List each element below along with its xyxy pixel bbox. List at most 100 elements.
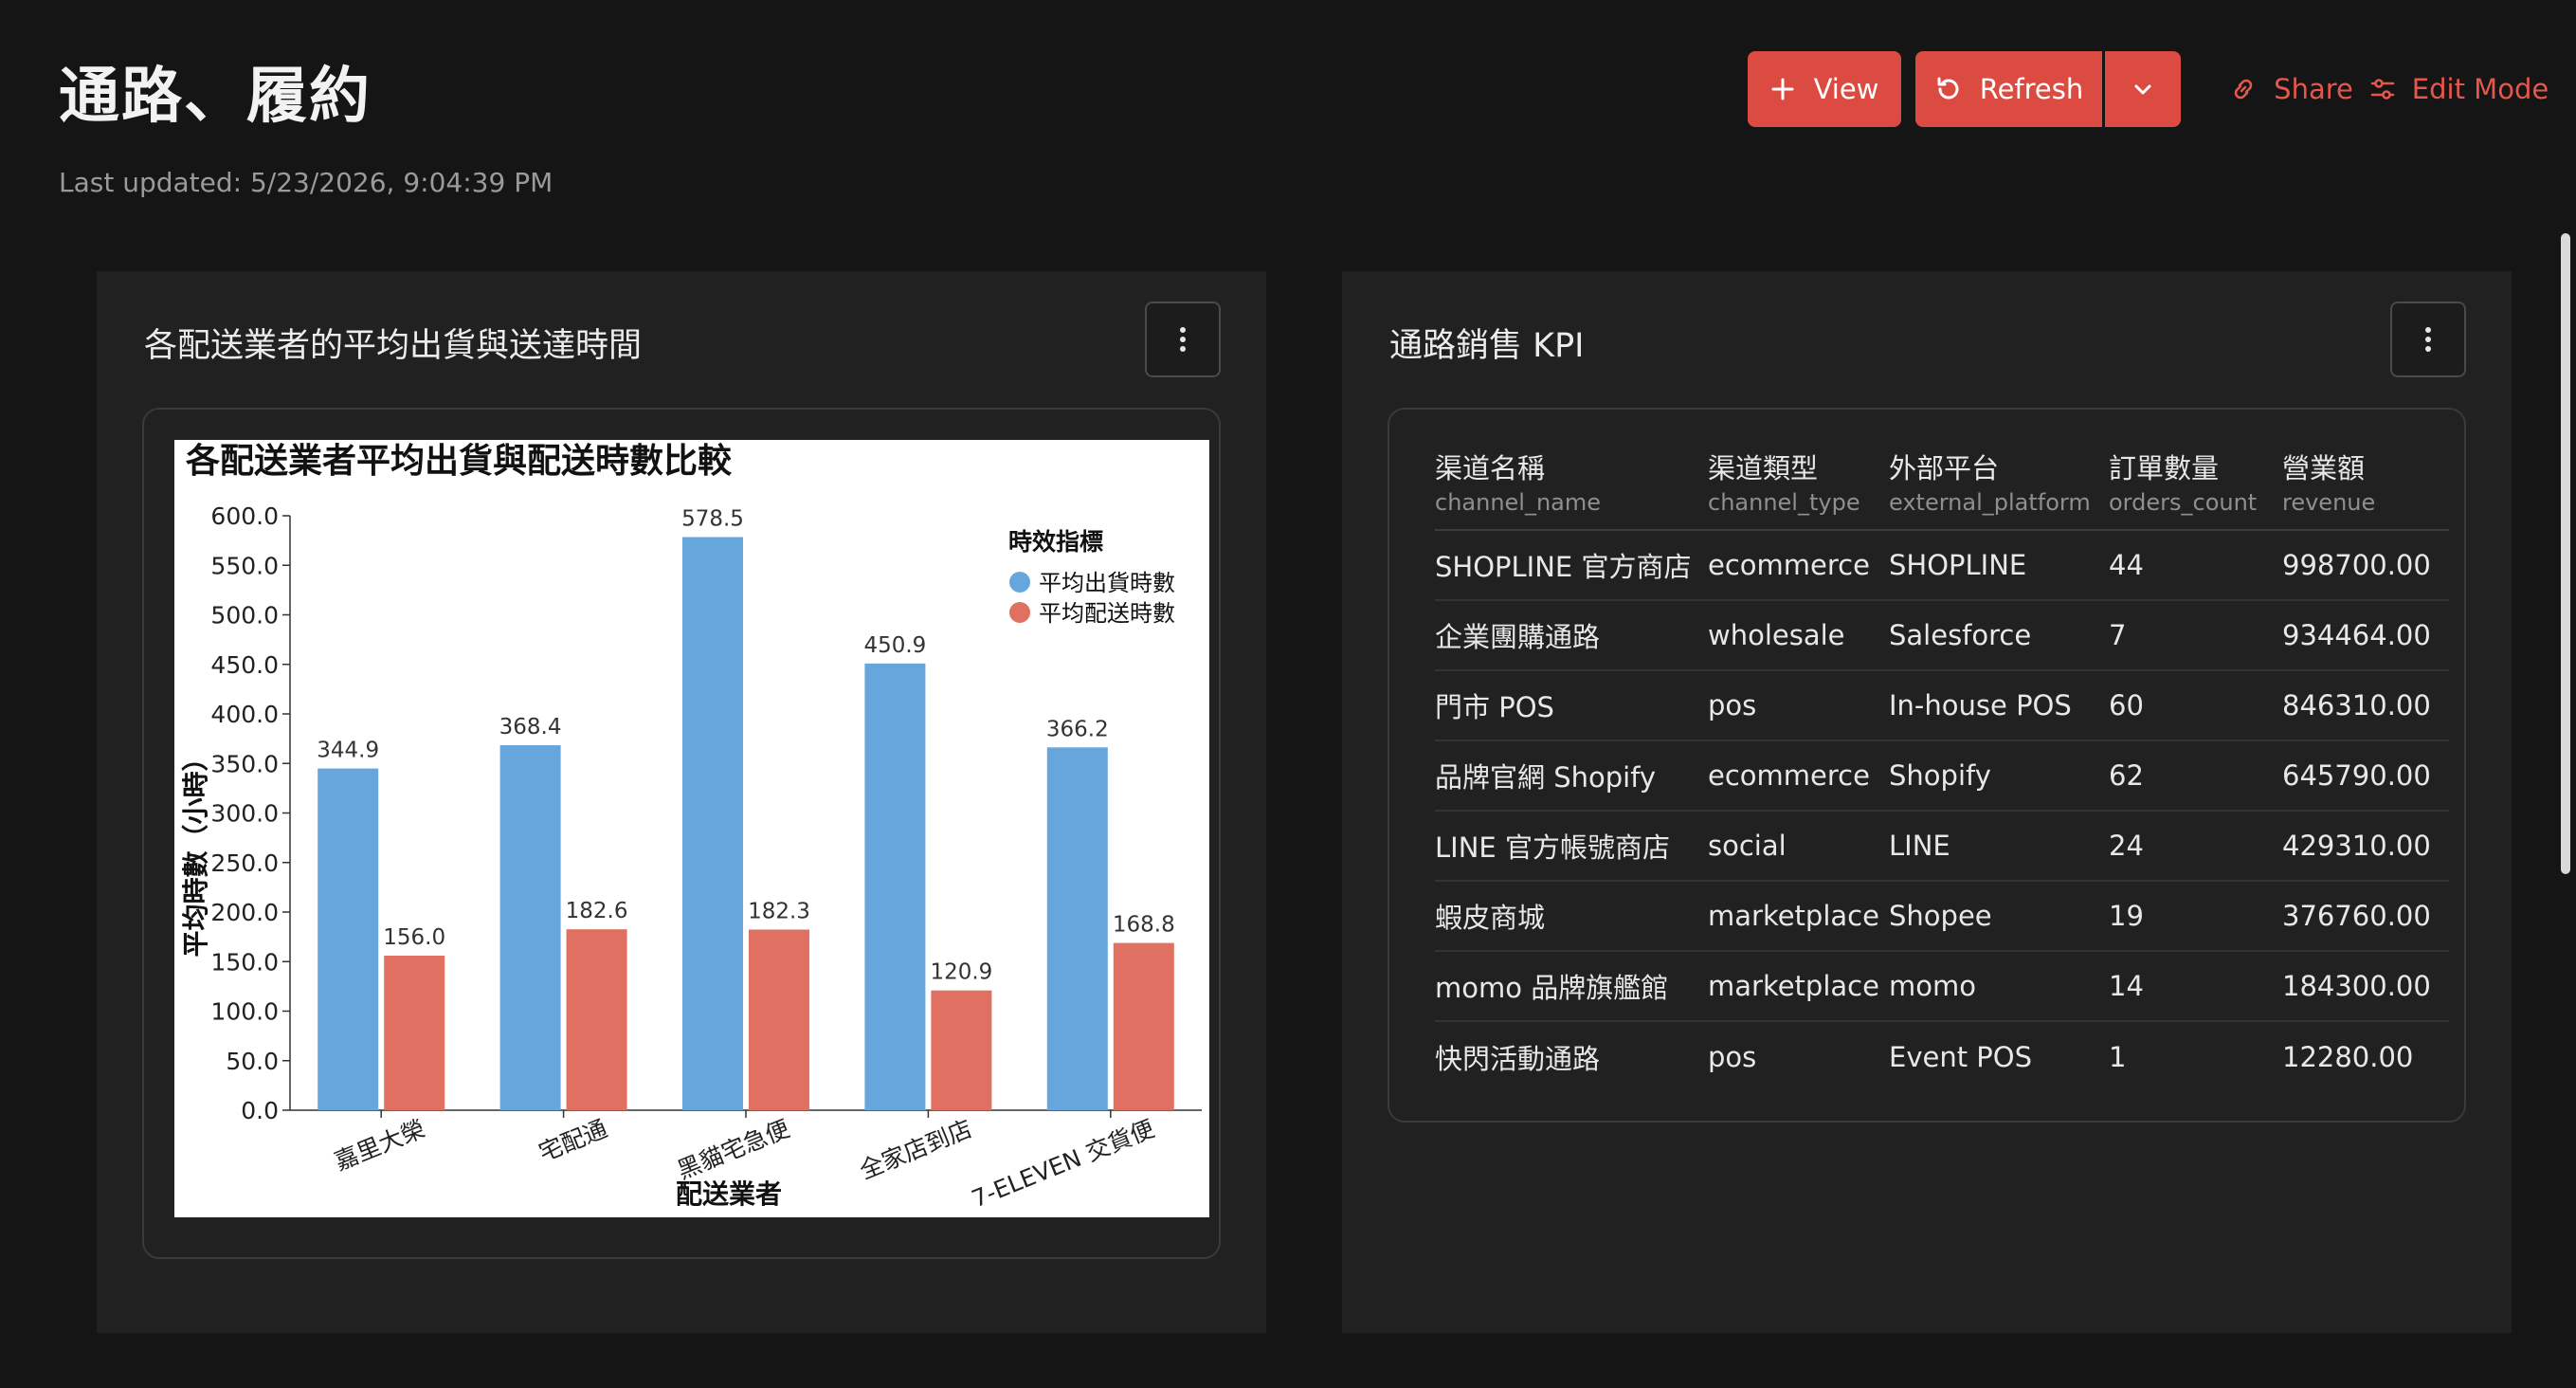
refresh-options-button[interactable] (2105, 51, 2181, 127)
data-label: 578.5 (681, 506, 744, 531)
table-cell-channel_name: momo 品牌旗艦館 (1435, 951, 1708, 1022)
table-cell-orders_count: 14 (2109, 951, 2282, 1022)
bar-delivery (1113, 942, 1174, 1110)
column-header[interactable]: 渠道類型 channel_type (1708, 449, 1889, 531)
table-cell-revenue: 846310.00 (2282, 670, 2449, 741)
chart-container: 各配送業者平均出貨與配送時數比較 0.0 50.0 100.0 150.0 200.0 25… (142, 408, 1221, 1259)
view-button-label: View (1813, 73, 1879, 105)
table-row[interactable]: 蝦皮商城 marketplace Shopee 19 376760.00 (1435, 881, 2449, 952)
table-cell-channel_name: 企業團購通路 (1435, 600, 1708, 671)
table-cell-orders_count: 44 (2109, 530, 2282, 601)
share-button[interactable]: Share (2201, 51, 2381, 127)
data-label: 366.2 (1046, 717, 1109, 741)
bar-delivery (384, 955, 445, 1110)
table-cell-orders_count: 19 (2109, 881, 2282, 952)
legend-label: 平均出貨時數 (1039, 570, 1175, 596)
table-cell-channel_name: LINE 官方帳號商店 (1435, 811, 1708, 882)
bar-shipping (864, 663, 926, 1110)
refresh-button-label: Refresh (1979, 73, 2084, 105)
y-axis-label: 平均時數（小時） (180, 744, 211, 957)
x-tick-label: 7-ELEVEN 交貨便 (968, 1115, 1158, 1214)
y-tick-label: 250.0 (210, 849, 279, 877)
data-label: 182.3 (748, 899, 810, 923)
table-cell-orders_count: 7 (2109, 600, 2282, 671)
bar-shipping (1046, 747, 1108, 1110)
legend-swatch (1009, 602, 1030, 623)
sliders-icon (2368, 75, 2397, 103)
more-vertical-icon (2424, 326, 2432, 353)
table-row[interactable]: LINE 官方帳號商店 social LINE 24 429310.00 (1435, 811, 2449, 882)
legend-title: 時效指標 (1008, 528, 1103, 556)
view-button[interactable]: View (1748, 51, 1901, 127)
table-cell-orders_count: 1 (2109, 1040, 2127, 1073)
table-cell-channel_type: wholesale (1708, 600, 1889, 671)
y-tick-label: 200.0 (210, 899, 279, 926)
chart-canvas: 各配送業者平均出貨與配送時數比較 0.0 50.0 100.0 150.0 200.0 25… (174, 440, 1209, 1217)
kpi-card-title: 通路銷售 KPI (1389, 327, 1585, 365)
table-cell-external_platform: SHOPLINE (1889, 530, 2109, 601)
plus-icon (1770, 77, 1795, 101)
table-cell-external_platform: LINE (1889, 811, 2109, 882)
table-row[interactable]: 門市 POS pos In-house POS 60 846310.00 (1435, 670, 2449, 741)
table-row[interactable]: momo 品牌旗艦館 marketplace momo 14 184300.00 (1435, 951, 2449, 1022)
data-label: 120.9 (930, 960, 992, 985)
table-cell-revenue: 645790.00 (2282, 740, 2449, 812)
refresh-icon (1934, 75, 1963, 103)
column-header[interactable]: 訂單數量 orders_count (2109, 449, 2282, 531)
y-tick-label: 550.0 (210, 552, 279, 579)
kpi-card-menu-button[interactable] (2390, 301, 2466, 377)
table-cell-external_platform: Shopify (1889, 740, 2109, 812)
table-cell-channel_name: 門市 POS (1435, 670, 1708, 741)
x-tick-label: 嘉里大榮 (331, 1115, 429, 1176)
bar-delivery (931, 990, 992, 1110)
x-tick-label: 宅配通 (535, 1115, 610, 1167)
chart-card-title: 各配送業者的平均出貨與送達時間 (144, 327, 643, 365)
data-label: 182.6 (566, 899, 628, 923)
y-tick-label: 150.0 (210, 948, 279, 976)
table-cell-external_platform: Salesforce (1889, 600, 2109, 671)
table-cell-orders_count: 62 (2109, 740, 2282, 812)
link-icon (2228, 74, 2259, 104)
share-button-label: Share (2274, 73, 2353, 105)
y-tick-label: 100.0 (210, 998, 279, 1026)
table-cell-channel_name: 品牌官網 Shopify (1435, 740, 1708, 812)
y-tick-label: 350.0 (210, 750, 279, 777)
table-cell-external_platform: momo (1889, 951, 2109, 1022)
y-tick-label: 450.0 (210, 651, 279, 679)
data-label: 450.9 (863, 633, 926, 658)
bar-shipping (682, 537, 743, 1110)
table-cell-orders_count: 60 (2109, 670, 2282, 741)
chevron-down-icon (2131, 77, 2155, 101)
table-row[interactable]: SHOPLINE 官方商店 ecommerce SHOPLINE 44 998700.0… (1435, 530, 2449, 601)
y-tick-label: 400.0 (210, 701, 279, 728)
chart-card: 各配送業者的平均出貨與送達時間 各配送業者平均出貨與配送時數比較 0.0 50.0 1… (97, 271, 1266, 1333)
page-scrollbar[interactable] (2561, 233, 2570, 874)
legend-swatch (1009, 572, 1030, 593)
table-row[interactable]: 快閃活動通路 pos Event POS 1 12280.00 (1435, 1021, 2449, 1091)
column-header[interactable]: 營業額 revenue (2282, 449, 2449, 531)
data-label: 344.9 (317, 739, 379, 763)
chart-card-menu-button[interactable] (1145, 301, 1221, 377)
bar-delivery (566, 929, 627, 1110)
x-tick-label: 全家店到店 (856, 1115, 976, 1185)
table-cell-external_platform: Event POS (1889, 1040, 2033, 1073)
kpi-table-container: 渠道名稱 channel_name 渠道類型 channel_type 外部平台 ex… (1388, 408, 2466, 1123)
bar-delivery (749, 929, 809, 1110)
y-tick-label: 50.0 (226, 1048, 279, 1075)
table-cell-revenue: 184300.00 (2282, 951, 2449, 1022)
table-row[interactable]: 企業團購通路 wholesale Salesforce 7 934464.00 (1435, 600, 2449, 671)
column-header[interactable]: 渠道名稱 channel_name (1435, 449, 1708, 531)
table-cell-channel_name: 快閃活動通路 (1435, 1042, 1601, 1075)
table-header-row: 渠道名稱 channel_name 渠道類型 channel_type 外部平台 ex… (1435, 449, 2449, 531)
table-cell-external_platform: In-house POS (1889, 670, 2109, 741)
data-label: 368.4 (499, 715, 562, 740)
table-cell-revenue: 934464.00 (2282, 600, 2449, 671)
edit-mode-button[interactable]: Edit Mode (2364, 51, 2553, 127)
table-cell-channel_type: pos (1708, 1040, 1757, 1073)
refresh-button[interactable]: Refresh (1915, 51, 2102, 127)
table-cell-channel_type: ecommerce (1708, 740, 1889, 812)
table-row[interactable]: 品牌官網 Shopify ecommerce Shopify 62 645790.00 (1435, 740, 2449, 812)
y-tick-label: 0.0 (241, 1097, 279, 1124)
column-header[interactable]: 外部平台 external_platform (1889, 449, 2109, 531)
table-cell-orders_count: 24 (2109, 811, 2282, 882)
